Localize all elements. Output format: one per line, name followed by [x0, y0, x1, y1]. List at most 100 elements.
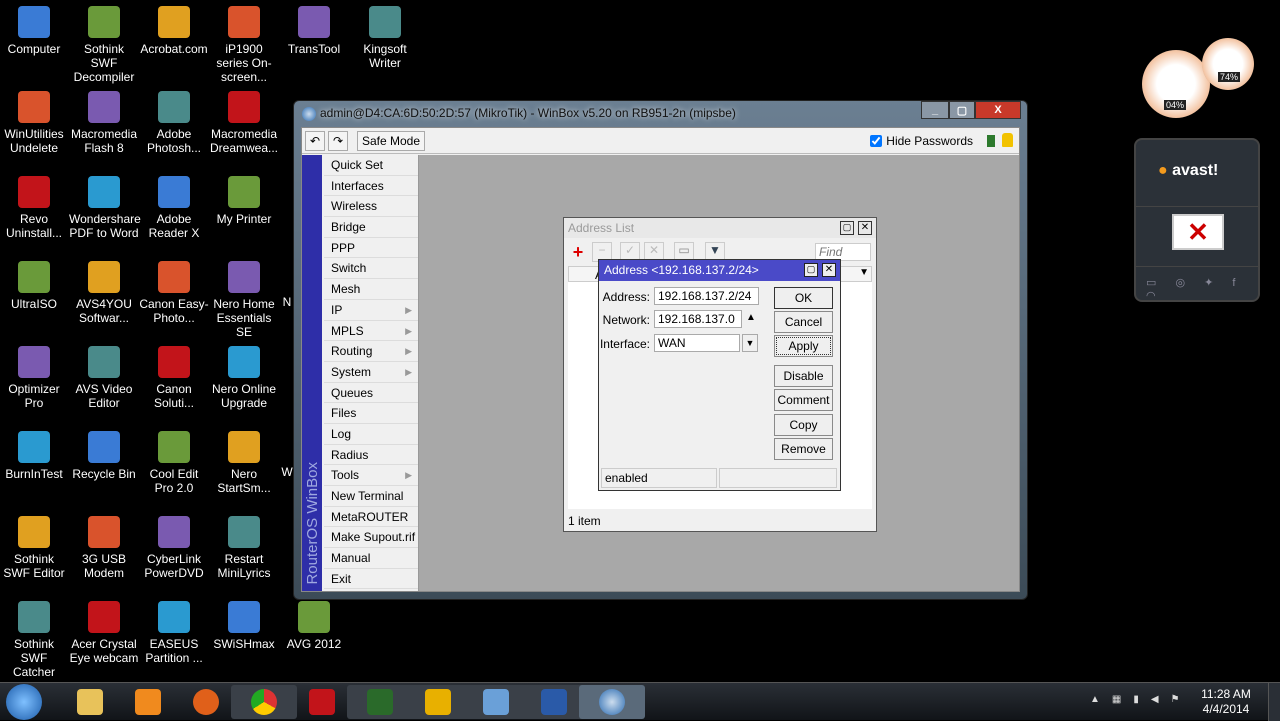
taskbar-firefox[interactable]: [173, 685, 239, 719]
cpu-meter-gadget[interactable]: 04%: [1142, 50, 1210, 118]
menu-item[interactable]: Quick Set: [324, 155, 418, 176]
taskbar-winbox[interactable]: [579, 685, 645, 719]
maximize-button[interactable]: ▢: [840, 221, 854, 235]
comment-button[interactable]: Comment: [774, 389, 833, 411]
hide-passwords-checkbox[interactable]: [870, 135, 883, 147]
menu-item[interactable]: Interfaces: [324, 176, 418, 197]
desktop-icon[interactable]: Macromedia Flash 8: [69, 91, 139, 155]
taskbar-acrobat[interactable]: [289, 685, 355, 719]
safe-mode-button[interactable]: Safe Mode: [357, 131, 425, 151]
desktop-icon[interactable]: EASEUS Partition ...: [139, 601, 209, 665]
remove-button[interactable]: Remove: [774, 438, 833, 460]
menu-item[interactable]: Make Supout.rif: [324, 527, 418, 549]
desktop-icon[interactable]: TransTool: [279, 6, 349, 56]
column-dropdown-icon[interactable]: ▼: [859, 267, 869, 278]
desktop-icon[interactable]: Nero StartSm...: [209, 431, 279, 495]
collapse-arrow-icon[interactable]: ▲: [746, 312, 756, 323]
menu-item[interactable]: MetaROUTER: [324, 507, 418, 528]
minimize-button[interactable]: _: [921, 101, 949, 119]
desktop-icon[interactable]: Computer: [0, 6, 69, 56]
desktop-icon[interactable]: Canon Easy-Photo...: [139, 261, 209, 325]
menu-item[interactable]: New Terminal: [324, 486, 418, 507]
taskbar-app-7[interactable]: [405, 685, 471, 719]
menu-item[interactable]: Log: [324, 424, 418, 445]
copy-button[interactable]: Copy: [774, 414, 833, 436]
taskbar-network[interactable]: [463, 685, 529, 719]
desktop-icon[interactable]: Optimizer Pro: [0, 346, 69, 410]
menu-item[interactable]: Routing ▶: [324, 341, 418, 362]
desktop-icon[interactable]: Kingsoft Writer: [350, 6, 420, 70]
menu-item[interactable]: Queues: [324, 383, 418, 404]
menu-item[interactable]: PPP: [324, 238, 418, 259]
close-button[interactable]: ✕: [822, 263, 836, 277]
desktop-icon[interactable]: Sothink SWF Decompiler: [69, 6, 139, 84]
desktop-icon[interactable]: AVG 2012: [279, 601, 349, 651]
desktop-icon[interactable]: Nero Online Upgrade: [209, 346, 279, 410]
desktop-icon[interactable]: Recycle Bin: [69, 431, 139, 481]
interface-select[interactable]: WAN: [654, 334, 740, 352]
desktop-icon[interactable]: Canon Soluti...: [139, 346, 209, 410]
menu-item[interactable]: IP ▶: [324, 300, 418, 321]
menu-item[interactable]: Wireless: [324, 196, 418, 218]
menu-item[interactable]: MPLS ▶: [324, 321, 418, 342]
desktop-icon[interactable]: Sothink SWF Editor: [0, 516, 69, 580]
desktop-icon[interactable]: Acer Crystal Eye webcam: [69, 601, 139, 665]
taskbar-chrome[interactable]: [231, 685, 297, 719]
desktop-icon[interactable]: CyberLink PowerDVD: [139, 516, 209, 580]
menu-item[interactable]: Switch: [324, 258, 418, 280]
desktop-icon[interactable]: UltraISO: [0, 261, 69, 311]
taskbar-explorer[interactable]: [57, 685, 123, 719]
desktop-icon[interactable]: Acrobat.com: [139, 6, 209, 56]
dropdown-arrow-icon[interactable]: ▼: [742, 334, 758, 352]
desktop-icon[interactable]: BurnInTest: [0, 431, 69, 481]
menu-item[interactable]: Mesh: [324, 279, 418, 300]
desktop-icon[interactable]: SWiSHmax: [209, 601, 279, 651]
taskbar-terminal[interactable]: [347, 685, 413, 719]
desktop-icon[interactable]: iP1900 series On-screen...: [209, 6, 279, 84]
ok-button[interactable]: OK: [774, 287, 833, 309]
menu-item[interactable]: Radius: [324, 445, 418, 466]
undo-button[interactable]: ↶: [305, 131, 325, 151]
desktop-icon[interactable]: AVS Video Editor: [69, 346, 139, 410]
cancel-button[interactable]: Cancel: [774, 311, 833, 333]
redo-button[interactable]: ↷: [328, 131, 348, 151]
avast-social-icons[interactable]: ▭ ◎ ✦ f ◠: [1146, 276, 1258, 302]
close-button[interactable]: X: [975, 101, 1021, 119]
menu-item[interactable]: Bridge: [324, 217, 418, 238]
desktop-icon[interactable]: My Printer: [209, 176, 279, 226]
taskbar-media-player[interactable]: [115, 685, 181, 719]
desktop-icon[interactable]: AVS4YOU Softwar...: [69, 261, 139, 325]
desktop-icon[interactable]: Sothink SWF Catcher: [0, 601, 69, 679]
add-icon[interactable]: +: [568, 242, 588, 262]
desktop-icon[interactable]: Wondershare PDF to Word: [69, 176, 141, 240]
desktop-icon[interactable]: 3G USB Modem: [69, 516, 139, 580]
desktop-icon[interactable]: Macromedia Dreamwea...: [209, 91, 279, 155]
desktop-icon[interactable]: Nero Home Essentials SE: [209, 261, 279, 339]
menu-item[interactable]: Exit: [324, 569, 418, 590]
desktop-icon[interactable]: Adobe Reader X: [139, 176, 209, 240]
desktop-icon[interactable]: W: [281, 465, 293, 479]
maximize-button[interactable]: ▢: [804, 263, 818, 277]
menu-item[interactable]: Manual: [324, 548, 418, 569]
desktop-icon[interactable]: Cool Edit Pro 2.0: [139, 431, 209, 495]
start-button[interactable]: [6, 684, 42, 720]
address-field[interactable]: 192.168.137.2/24: [654, 287, 759, 305]
menu-item[interactable]: Tools ▶: [324, 465, 418, 486]
memory-meter-gadget[interactable]: 74%: [1202, 38, 1254, 90]
close-button[interactable]: ✕: [858, 221, 872, 235]
menu-item[interactable]: System ▶: [324, 362, 418, 383]
clock[interactable]: 11:28 AM 4/4/2014: [1196, 687, 1256, 717]
desktop-icon[interactable]: N: [281, 295, 293, 309]
apply-button[interactable]: Apply: [774, 335, 833, 357]
network-field[interactable]: 192.168.137.0: [654, 310, 742, 328]
unprotected-laptop-icon[interactable]: ✕: [1172, 214, 1224, 250]
disable-button[interactable]: Disable: [774, 365, 833, 387]
desktop-icon[interactable]: Revo Uninstall...: [0, 176, 69, 240]
show-desktop-button[interactable]: [1268, 683, 1280, 721]
desktop-icon[interactable]: Restart MiniLyrics: [209, 516, 279, 580]
taskbar-word[interactable]: [521, 685, 587, 719]
maximize-button[interactable]: ▢: [949, 101, 975, 119]
desktop-icon[interactable]: WinUtilities Undelete: [0, 91, 69, 155]
desktop-icon[interactable]: Adobe Photosh...: [139, 91, 209, 155]
menu-item[interactable]: Files: [324, 403, 418, 424]
